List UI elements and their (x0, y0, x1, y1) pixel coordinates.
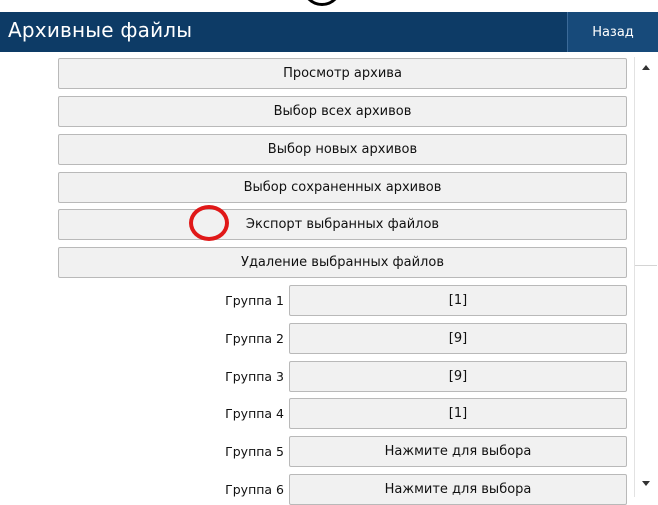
title-bar: Архивные файлы Назад (0, 12, 658, 52)
highlight-circle-icon (189, 205, 229, 241)
group-1-selector[interactable]: [1] (289, 285, 627, 316)
group-6-selector[interactable]: Нажмите для выбора (289, 474, 627, 505)
back-button[interactable]: Назад (567, 12, 658, 52)
group-4-label: Группа 4 (225, 406, 284, 421)
group-2-label: Группа 2 (225, 331, 284, 346)
select-saved-archives-button[interactable]: Выбор сохраненных архивов (58, 172, 627, 203)
delete-selected-files-button[interactable]: Удаление выбранных файлов (58, 247, 627, 278)
group-5-label: Группа 5 (225, 444, 284, 459)
scroll-up-arrow-icon[interactable] (642, 65, 650, 70)
group-4-selector[interactable]: [1] (289, 398, 627, 429)
group-3-selector[interactable]: [9] (289, 361, 627, 392)
group-2-selector[interactable]: [9] (289, 323, 627, 354)
scroll-thumb[interactable] (635, 79, 657, 266)
scroll-down-arrow-icon[interactable] (642, 481, 650, 486)
group-5-selector[interactable]: Нажмите для выбора (289, 436, 627, 467)
export-selected-files-button[interactable]: Экспорт выбранных файлов (58, 209, 627, 240)
group-1-label: Группа 1 (225, 293, 284, 308)
view-archive-button[interactable]: Просмотр архива (58, 58, 627, 89)
select-new-archives-button[interactable]: Выбор новых архивов (58, 134, 627, 165)
select-all-archives-button[interactable]: Выбор всех архивов (58, 96, 627, 127)
group-6-label: Группа 6 (225, 482, 284, 497)
vertical-scrollbar[interactable] (634, 57, 658, 497)
page-title: Архивные файлы (8, 18, 193, 42)
group-3-label: Группа 3 (225, 369, 284, 384)
